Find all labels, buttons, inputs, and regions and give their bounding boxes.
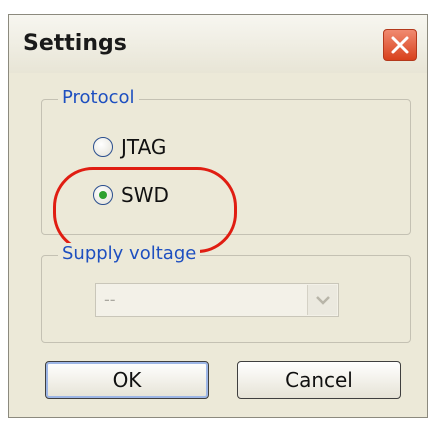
chevron-down-icon: [316, 296, 330, 305]
supply-voltage-legend: Supply voltage: [58, 243, 201, 264]
dialog-title: Settings: [23, 31, 127, 56]
protocol-legend: Protocol: [58, 87, 139, 108]
radio-label-jtag: JTAG: [121, 135, 167, 159]
ok-button[interactable]: OK: [45, 361, 209, 399]
radio-button-jtag[interactable]: [93, 137, 113, 157]
supply-voltage-select[interactable]: --: [95, 283, 339, 317]
red-highlight-circle: [53, 167, 237, 253]
cancel-button[interactable]: Cancel: [237, 361, 401, 399]
close-icon: [391, 36, 409, 54]
close-button[interactable]: [383, 29, 417, 61]
supply-voltage-value: --: [104, 290, 116, 309]
dropdown-button[interactable]: [307, 285, 337, 315]
radio-jtag[interactable]: JTAG: [93, 135, 166, 159]
settings-dialog: Settings Protocol JTAG SWD Supply voltag…: [8, 14, 428, 418]
title-bar: Settings: [9, 15, 427, 73]
